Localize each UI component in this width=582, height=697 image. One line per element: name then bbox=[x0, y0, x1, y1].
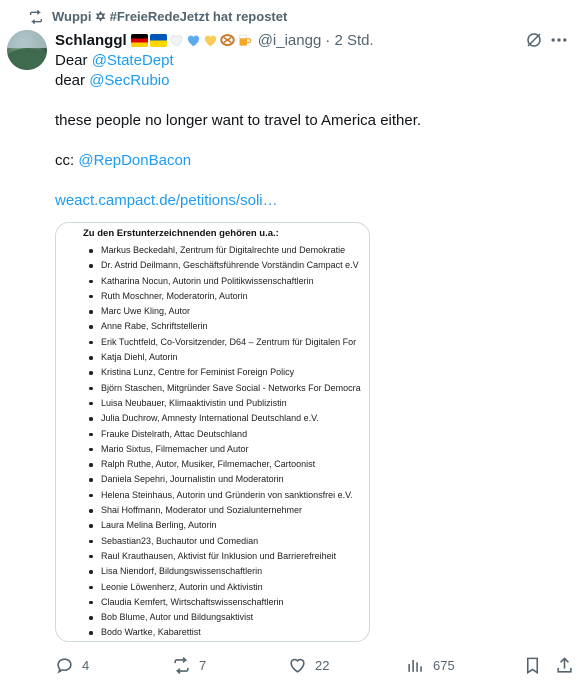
timestamp[interactable]: · 2 Std. bbox=[325, 32, 373, 49]
signatory-item: Katja Diehl, Autorin bbox=[89, 350, 361, 365]
mention-repdonbacon[interactable]: @RepDonBacon bbox=[78, 152, 191, 169]
signatories-list: Markus Beckedahl, Zentrum für Digitalrec… bbox=[89, 243, 361, 641]
document-title: Zu den Erstunterzeichnenden gehören u.a.… bbox=[83, 228, 279, 239]
like-count: 22 bbox=[315, 657, 330, 673]
signatory-item: Bob Blume, Autor und Bildungsaktivist bbox=[89, 610, 361, 625]
bookmark-button[interactable] bbox=[523, 650, 542, 680]
signatory-item: Julia Duchrow, Amnesty International Deu… bbox=[89, 411, 361, 426]
blue-heart-icon bbox=[187, 35, 199, 47]
repost-text: Wuppi ✡ #FreieRedeJetzt hat repostet bbox=[52, 9, 288, 24]
signatory-item: Sebastian23, Buchautor und Comedian bbox=[89, 534, 361, 549]
tweet-line-2: dear @SecRubio bbox=[55, 71, 169, 91]
signatory-item: Ralph Ruthe, Autor, Musiker, Filmemacher… bbox=[89, 457, 361, 472]
repost-button[interactable]: 7 bbox=[172, 650, 206, 680]
signatory-item: Claudia Kemfert, Wirtschaftswissenschaft… bbox=[89, 595, 361, 610]
share-button[interactable] bbox=[555, 650, 574, 680]
beer-icon bbox=[238, 34, 252, 46]
like-button[interactable]: 22 bbox=[288, 650, 329, 680]
signatory-item: Leonie Löwenherz, Autorin und Aktivistin bbox=[89, 580, 361, 595]
mention-statedept[interactable]: @StateDept bbox=[92, 52, 174, 69]
reply-button[interactable]: 4 bbox=[55, 650, 89, 680]
signatory-item: Frauke Distelrath, Attac Deutschland bbox=[89, 427, 361, 442]
signatory-item: Raul Krauthausen, Aktivist für Inklusion… bbox=[89, 549, 361, 564]
reply-icon bbox=[57, 657, 72, 674]
signatory-item: Ruth Moschner, Moderatorin, Autorin bbox=[89, 289, 361, 304]
signatory-item: Laura Melina Berling, Autorin bbox=[89, 518, 361, 533]
more-options-icon[interactable] bbox=[549, 30, 569, 50]
white-heart-icon bbox=[170, 35, 183, 47]
flag-ua-icon bbox=[149, 33, 167, 47]
views-button[interactable]: 675 bbox=[406, 650, 455, 680]
signatory-item: Helena Steinhaus, Autorin und Gründerin … bbox=[89, 488, 361, 503]
signatory-item: Erik Tuchtfeld, Co-Vorsitzender, D64 – Z… bbox=[89, 335, 361, 350]
author-handle[interactable]: @i_iangg bbox=[258, 32, 322, 49]
signatory-item: Mario Sixtus, Filmemacher und Autor bbox=[89, 442, 361, 457]
signatory-item: Bodo Wartke, Kabarettist bbox=[89, 625, 361, 640]
repost-icon bbox=[30, 9, 42, 25]
signatory-item: Anne Rabe, Schriftstellerin bbox=[89, 319, 361, 334]
repost-count: 7 bbox=[199, 657, 207, 673]
signatory-item: Dr. Astrid Deilmann, Geschäftsführende V… bbox=[89, 258, 361, 273]
share-icon bbox=[557, 656, 572, 673]
avatar[interactable] bbox=[7, 30, 47, 70]
tweet-line-3: these people no longer want to travel to… bbox=[55, 112, 422, 129]
flag-de-icon bbox=[130, 33, 148, 47]
yellow-heart-icon bbox=[204, 35, 216, 47]
document-image: Zu den Erstunterzeichnenden gehören u.a.… bbox=[56, 223, 369, 641]
signatory-item: Luisa Neubauer, Klimaaktivistin und Publ… bbox=[89, 396, 361, 411]
signatory-item: Lisa Niendorf, Bildungswissenschaftlerin bbox=[89, 564, 361, 579]
reply-count: 4 bbox=[82, 657, 90, 673]
action-bar: 4 7 22 675 bbox=[55, 650, 575, 680]
tweet-header: Schlanggl @i_iangg · 2 Std. bbox=[55, 30, 374, 50]
heart-icon bbox=[290, 658, 305, 673]
attached-image[interactable]: Zu den Erstunterzeichnenden gehören u.a.… bbox=[55, 222, 370, 642]
text-dear-2: dear bbox=[55, 72, 90, 89]
text-dear: Dear bbox=[55, 52, 92, 69]
signatory-item: Markus Beckedahl, Zentrum für Digitalrec… bbox=[89, 243, 361, 258]
author-name[interactable]: Schlanggl bbox=[55, 32, 127, 49]
signatory-item: Kristina Lunz, Centre for Feminist Forei… bbox=[89, 365, 361, 380]
text-cc: cc: bbox=[55, 152, 79, 169]
repost-action-icon bbox=[174, 656, 189, 674]
grok-icon[interactable] bbox=[525, 31, 543, 49]
signatory-item: Marc Uwe Kling, Autor bbox=[89, 304, 361, 319]
tweet-line-4: cc: @RepDonBacon bbox=[55, 151, 191, 171]
signatory-item: Shai Hoffmann, Moderator und Sozialunter… bbox=[89, 503, 361, 518]
views-count: 675 bbox=[433, 657, 455, 673]
views-icon bbox=[408, 659, 422, 672]
signatory-item: Björn Staschen, Mitgründer Save Social -… bbox=[89, 381, 361, 396]
signatory-item: Katharina Nocun, Autorin und Politikwiss… bbox=[89, 274, 361, 289]
tweet-line-1: Dear @StateDept bbox=[55, 51, 174, 71]
signatory-item: Daniela Sepehri, Journalistin und Modera… bbox=[89, 472, 361, 487]
mention-secrubio[interactable]: @SecRubio bbox=[89, 72, 169, 89]
bookmark-icon bbox=[526, 657, 539, 674]
repost-indicator[interactable]: Wuppi ✡ #FreieRedeJetzt hat repostet bbox=[28, 6, 287, 28]
pretzel-icon bbox=[220, 34, 235, 46]
petition-link[interactable]: weact.campact.de/petitions/soli… bbox=[55, 191, 278, 211]
